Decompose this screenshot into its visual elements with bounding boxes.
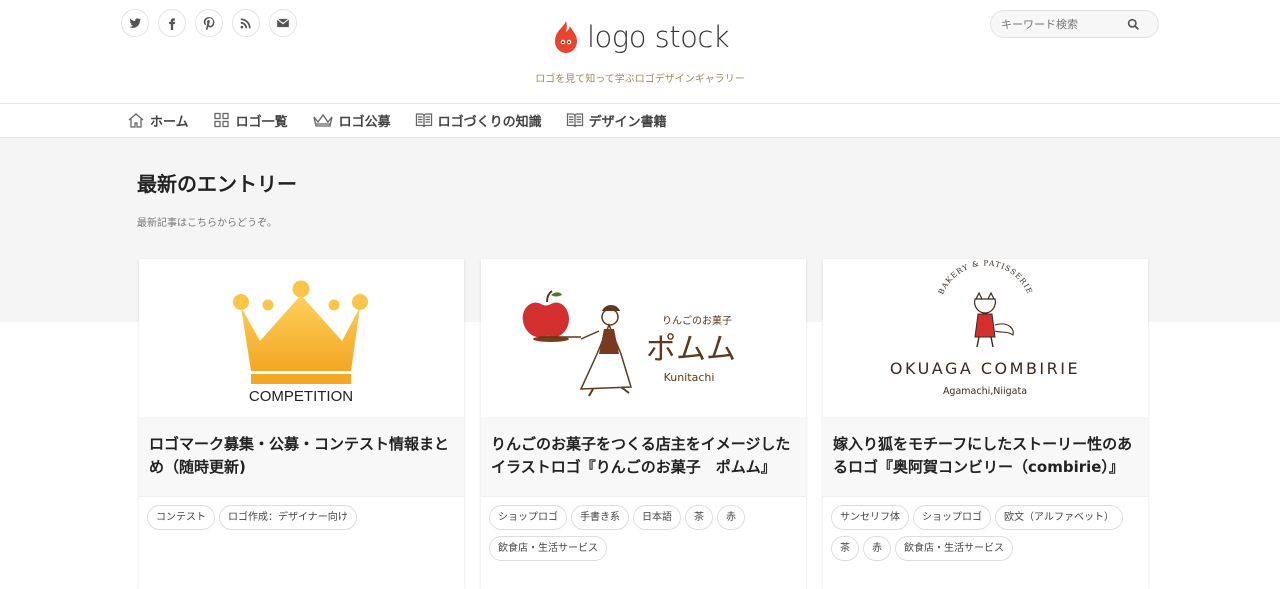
fox-bakery-logo-image: BAKERY & PATISSERIE OKUAGA COMBIRIE Agam… <box>890 259 1080 397</box>
tag[interactable]: ショップロゴ <box>913 505 991 530</box>
grid-icon <box>213 112 229 128</box>
tag[interactable]: ロゴ作成：デザイナー向け <box>219 505 357 530</box>
search-icon[interactable] <box>1127 18 1140 31</box>
card-thumbnail[interactable]: COMPETITION <box>139 259 464 417</box>
nav-item-logo-list[interactable]: ロゴ一覧 <box>213 111 288 130</box>
search-input[interactable] <box>1001 17 1127 31</box>
facebook-icon[interactable] <box>158 9 186 37</box>
nav-label: ロゴ一覧 <box>235 115 288 130</box>
section-subtitle: 最新記事はこちらからどうぞ。 <box>137 218 277 229</box>
apple-shop-logo-image: りんごのお菓子 ポムム Kunitachi <box>522 290 736 397</box>
search-box <box>990 10 1159 38</box>
flame-logo-icon <box>555 21 577 53</box>
tag[interactable]: 欧文（アルファベット） <box>995 505 1123 530</box>
card-tags: ショップロゴ 手書き系 日本語 茶 赤 飲食店・生活サービス <box>481 497 806 561</box>
card-title[interactable]: ロゴマーク募集・公募・コンテスト情報まとめ（随時更新) <box>139 417 464 497</box>
card-title[interactable]: りんごのお菓子をつくる店主をイメージしたイラストロゴ『りんごのお菓子 ポムム』 <box>481 417 806 497</box>
tag[interactable]: 手書き系 <box>571 505 629 530</box>
social-links <box>121 9 297 37</box>
thumb-text: OKUAGA COMBIRIE <box>890 359 1080 378</box>
card-title[interactable]: 嫁入り狐をモチーフにしたストーリー性のあるロゴ『奥阿賀コンビリー（combiri… <box>823 417 1148 497</box>
tag[interactable]: 日本語 <box>633 505 681 530</box>
site-header: logo stock ロゴを見て知って学ぶロゴデザインギャラリー <box>0 0 1280 103</box>
crown-icon <box>313 113 333 127</box>
tag[interactable]: サンセリフ体 <box>831 505 909 530</box>
tag[interactable]: 茶 <box>831 536 859 561</box>
entry-card[interactable]: COMPETITION ロゴマーク募集・公募・コンテスト情報まとめ（随時更新) … <box>139 259 464 589</box>
book-icon <box>566 113 583 128</box>
book-icon <box>415 113 432 128</box>
card-thumbnail[interactable]: りんごのお菓子 ポムム Kunitachi <box>481 259 806 417</box>
thumb-text: BAKERY & PATISSERIE <box>936 259 1033 296</box>
pinterest-icon[interactable] <box>195 9 223 37</box>
entry-list: COMPETITION ロゴマーク募集・公募・コンテスト情報まとめ（随時更新) … <box>139 259 1148 589</box>
tag[interactable]: 茶 <box>685 505 713 530</box>
entry-card[interactable]: BAKERY & PATISSERIE OKUAGA COMBIRIE Agam… <box>823 259 1148 589</box>
tag[interactable]: 赤 <box>863 536 891 561</box>
rss-icon[interactable] <box>232 9 260 37</box>
nav-label: ロゴづくりの知識 <box>437 115 542 130</box>
nav-item-logo-contest[interactable]: ロゴ公募 <box>312 111 391 130</box>
site-logo[interactable]: logo stock <box>552 19 730 55</box>
thumb-text: りんごのお菓子 <box>662 314 732 327</box>
home-icon <box>128 113 144 128</box>
entry-card[interactable]: りんごのお菓子 ポムム Kunitachi りんごのお菓子をつくる店主をイメージ… <box>481 259 806 589</box>
tag[interactable]: 赤 <box>717 505 745 530</box>
nav-label: デザイン書籍 <box>588 115 667 130</box>
nav-item-home[interactable]: ホーム <box>127 111 189 130</box>
logo-text: logo stock <box>587 20 730 54</box>
nav-label: ホーム <box>150 115 189 130</box>
nav-item-logo-knowledge[interactable]: ロゴづくりの知識 <box>415 111 542 130</box>
nav-item-design-books[interactable]: デザイン書籍 <box>566 111 667 130</box>
thumb-text: ポムム <box>646 332 736 367</box>
thumb-text: Agamachi,Niigata <box>943 386 1027 397</box>
main-nav: ホーム ロゴ一覧 ロゴ公募 ロゴづくりの知識 デザイン書籍 <box>0 103 1280 138</box>
section-title: 最新のエントリー <box>137 172 297 196</box>
tag[interactable]: コンテスト <box>147 505 215 530</box>
thumb-text: Kunitachi <box>664 371 715 384</box>
tag[interactable]: 飲食店・生活サービス <box>489 536 607 561</box>
tag[interactable]: 飲食店・生活サービス <box>895 536 1013 561</box>
twitter-icon[interactable] <box>121 9 149 37</box>
crown-logo-image: COMPETITION <box>233 280 368 405</box>
card-tags: サンセリフ体 ショップロゴ 欧文（アルファベット） 茶 赤 飲食店・生活サービス <box>823 497 1148 561</box>
thumb-text: COMPETITION <box>249 388 353 405</box>
mail-icon[interactable] <box>269 9 297 37</box>
tag[interactable]: ショップロゴ <box>489 505 567 530</box>
card-thumbnail[interactable]: BAKERY & PATISSERIE OKUAGA COMBIRIE Agam… <box>823 259 1148 417</box>
site-tagline: ロゴを見て知って学ぶロゴデザインギャラリー <box>535 74 745 85</box>
nav-label: ロゴ公募 <box>338 115 391 130</box>
svg-text:BAKERY & PATISSERIE: BAKERY & PATISSERIE <box>936 259 1034 296</box>
card-tags: コンテスト ロゴ作成：デザイナー向け <box>139 497 464 530</box>
